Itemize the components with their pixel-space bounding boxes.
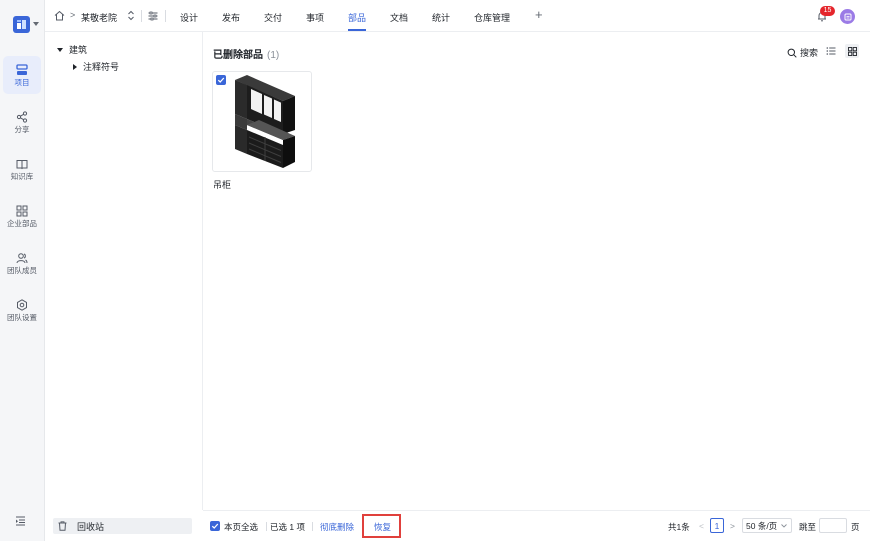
- cabinet-thumbnail-icon: [229, 74, 299, 169]
- rail-item-label: 企业部品: [7, 218, 37, 228]
- tab-warehouse[interactable]: 仓库管理: [474, 11, 510, 24]
- rail-item-label: 知识库: [10, 171, 34, 181]
- component-card[interactable]: [212, 71, 312, 172]
- tree-node-child[interactable]: 注释符号: [73, 60, 119, 73]
- tree-node-root[interactable]: 建筑: [57, 43, 87, 56]
- recycle-bin-button[interactable]: 回收站: [53, 518, 192, 534]
- rail-item-label: 项目: [14, 77, 30, 87]
- collapse-sidebar-icon[interactable]: [15, 516, 26, 526]
- notification-badge: 15: [820, 6, 835, 16]
- component-name[interactable]: 吊柜: [213, 178, 231, 191]
- delete-permanently-button[interactable]: 彻底删除: [320, 521, 354, 533]
- tree-node-label: 建筑: [69, 45, 88, 55]
- select-all-checkbox[interactable]: [210, 521, 220, 531]
- rail-item-project[interactable]: 项目: [3, 56, 41, 94]
- divider: [266, 522, 267, 531]
- page-unit-label: 页: [851, 522, 860, 532]
- card-checkbox[interactable]: [216, 75, 226, 85]
- top-bar: > 某敬老院 设计 发布 交付 事项 部品 文档 统计 仓库管理 + 15: [45, 0, 870, 32]
- rail-item-label: 团队成员: [7, 265, 37, 275]
- app-switcher-chevron-icon[interactable]: [33, 22, 39, 26]
- next-page-button[interactable]: >: [730, 521, 735, 531]
- tab-delivery[interactable]: 交付: [264, 11, 282, 24]
- rail-item-team-members[interactable]: 团队成员: [3, 244, 41, 282]
- tab-publish[interactable]: 发布: [222, 11, 240, 24]
- rail-item-team-settings[interactable]: 团队设置: [3, 291, 41, 329]
- divider: [141, 10, 142, 22]
- tab-documents[interactable]: 文档: [390, 11, 408, 24]
- components-grid-icon: [16, 205, 28, 217]
- category-tree-panel: 建筑 注释符号: [45, 32, 203, 510]
- page-number[interactable]: 1: [710, 518, 724, 533]
- search-label: 搜索: [800, 48, 819, 58]
- item-count: (1): [267, 50, 280, 61]
- share-icon: [16, 111, 28, 123]
- project-switch-icon[interactable]: [127, 10, 135, 21]
- user-avatar[interactable]: [840, 9, 855, 24]
- divider: [312, 522, 313, 531]
- page-title-text: 已删除部品: [213, 50, 263, 61]
- app-logo-icon[interactable]: [13, 16, 30, 33]
- bottom-action-bar: 本页全选 已选 1 项 彻底删除 恢复 共1条 < 1 > 50 条/页 跳至 …: [203, 510, 870, 541]
- total-count: 共1条: [668, 522, 690, 532]
- project-name[interactable]: 某敬老院: [81, 11, 117, 24]
- grid-view-icon[interactable]: [845, 44, 859, 58]
- tab-design[interactable]: 设计: [180, 11, 198, 24]
- home-icon[interactable]: [54, 10, 65, 21]
- team-members-icon: [16, 252, 28, 264]
- rail-item-label: 分享: [14, 124, 30, 134]
- trash-icon: [58, 521, 67, 531]
- page-size-value: 50 条/页: [746, 520, 778, 531]
- settings-icon: [16, 298, 28, 311]
- project-icon: [16, 64, 28, 76]
- select-all-label[interactable]: 本页全选: [224, 521, 258, 533]
- book-icon: [16, 158, 28, 170]
- menu-settings-icon[interactable]: [148, 11, 158, 21]
- page-size-select[interactable]: 50 条/页: [742, 518, 792, 533]
- jump-label: 跳至: [799, 522, 817, 532]
- list-view-icon[interactable]: [826, 46, 836, 56]
- rail-item-enterprise-components[interactable]: 企业部品: [3, 197, 41, 235]
- collapse-caret-icon[interactable]: [73, 63, 77, 70]
- restore-button[interactable]: 恢复: [374, 521, 391, 533]
- rail-item-knowledge[interactable]: 知识库: [3, 150, 41, 188]
- recycle-bin-label: 回收站: [77, 521, 105, 532]
- prev-page-button[interactable]: <: [699, 521, 704, 531]
- page-title: 已删除部品 (1): [213, 46, 279, 61]
- tab-statistics[interactable]: 统计: [432, 11, 450, 24]
- active-tab-indicator: [348, 29, 366, 31]
- search-icon: [787, 48, 797, 58]
- add-tab-button[interactable]: +: [535, 8, 543, 21]
- tab-components[interactable]: 部品: [348, 11, 366, 24]
- expand-caret-icon[interactable]: [57, 47, 63, 52]
- left-rail: 项目 分享 知识库 企业部品 团队成员 团队设置: [0, 0, 45, 541]
- breadcrumb-separator: >: [70, 10, 76, 20]
- selected-count: 已选 1 项: [270, 522, 305, 532]
- chevron-down-icon: [781, 523, 788, 528]
- divider: [165, 10, 166, 22]
- main-content: 已删除部品 (1) 搜索 吊柜: [203, 32, 870, 510]
- search-button[interactable]: 搜索: [787, 46, 818, 59]
- tab-matters[interactable]: 事项: [306, 11, 324, 24]
- tree-node-label: 注释符号: [83, 62, 120, 72]
- rail-item-label: 团队设置: [7, 312, 37, 322]
- rail-item-share[interactable]: 分享: [3, 103, 41, 141]
- jump-page-input[interactable]: [819, 518, 847, 533]
